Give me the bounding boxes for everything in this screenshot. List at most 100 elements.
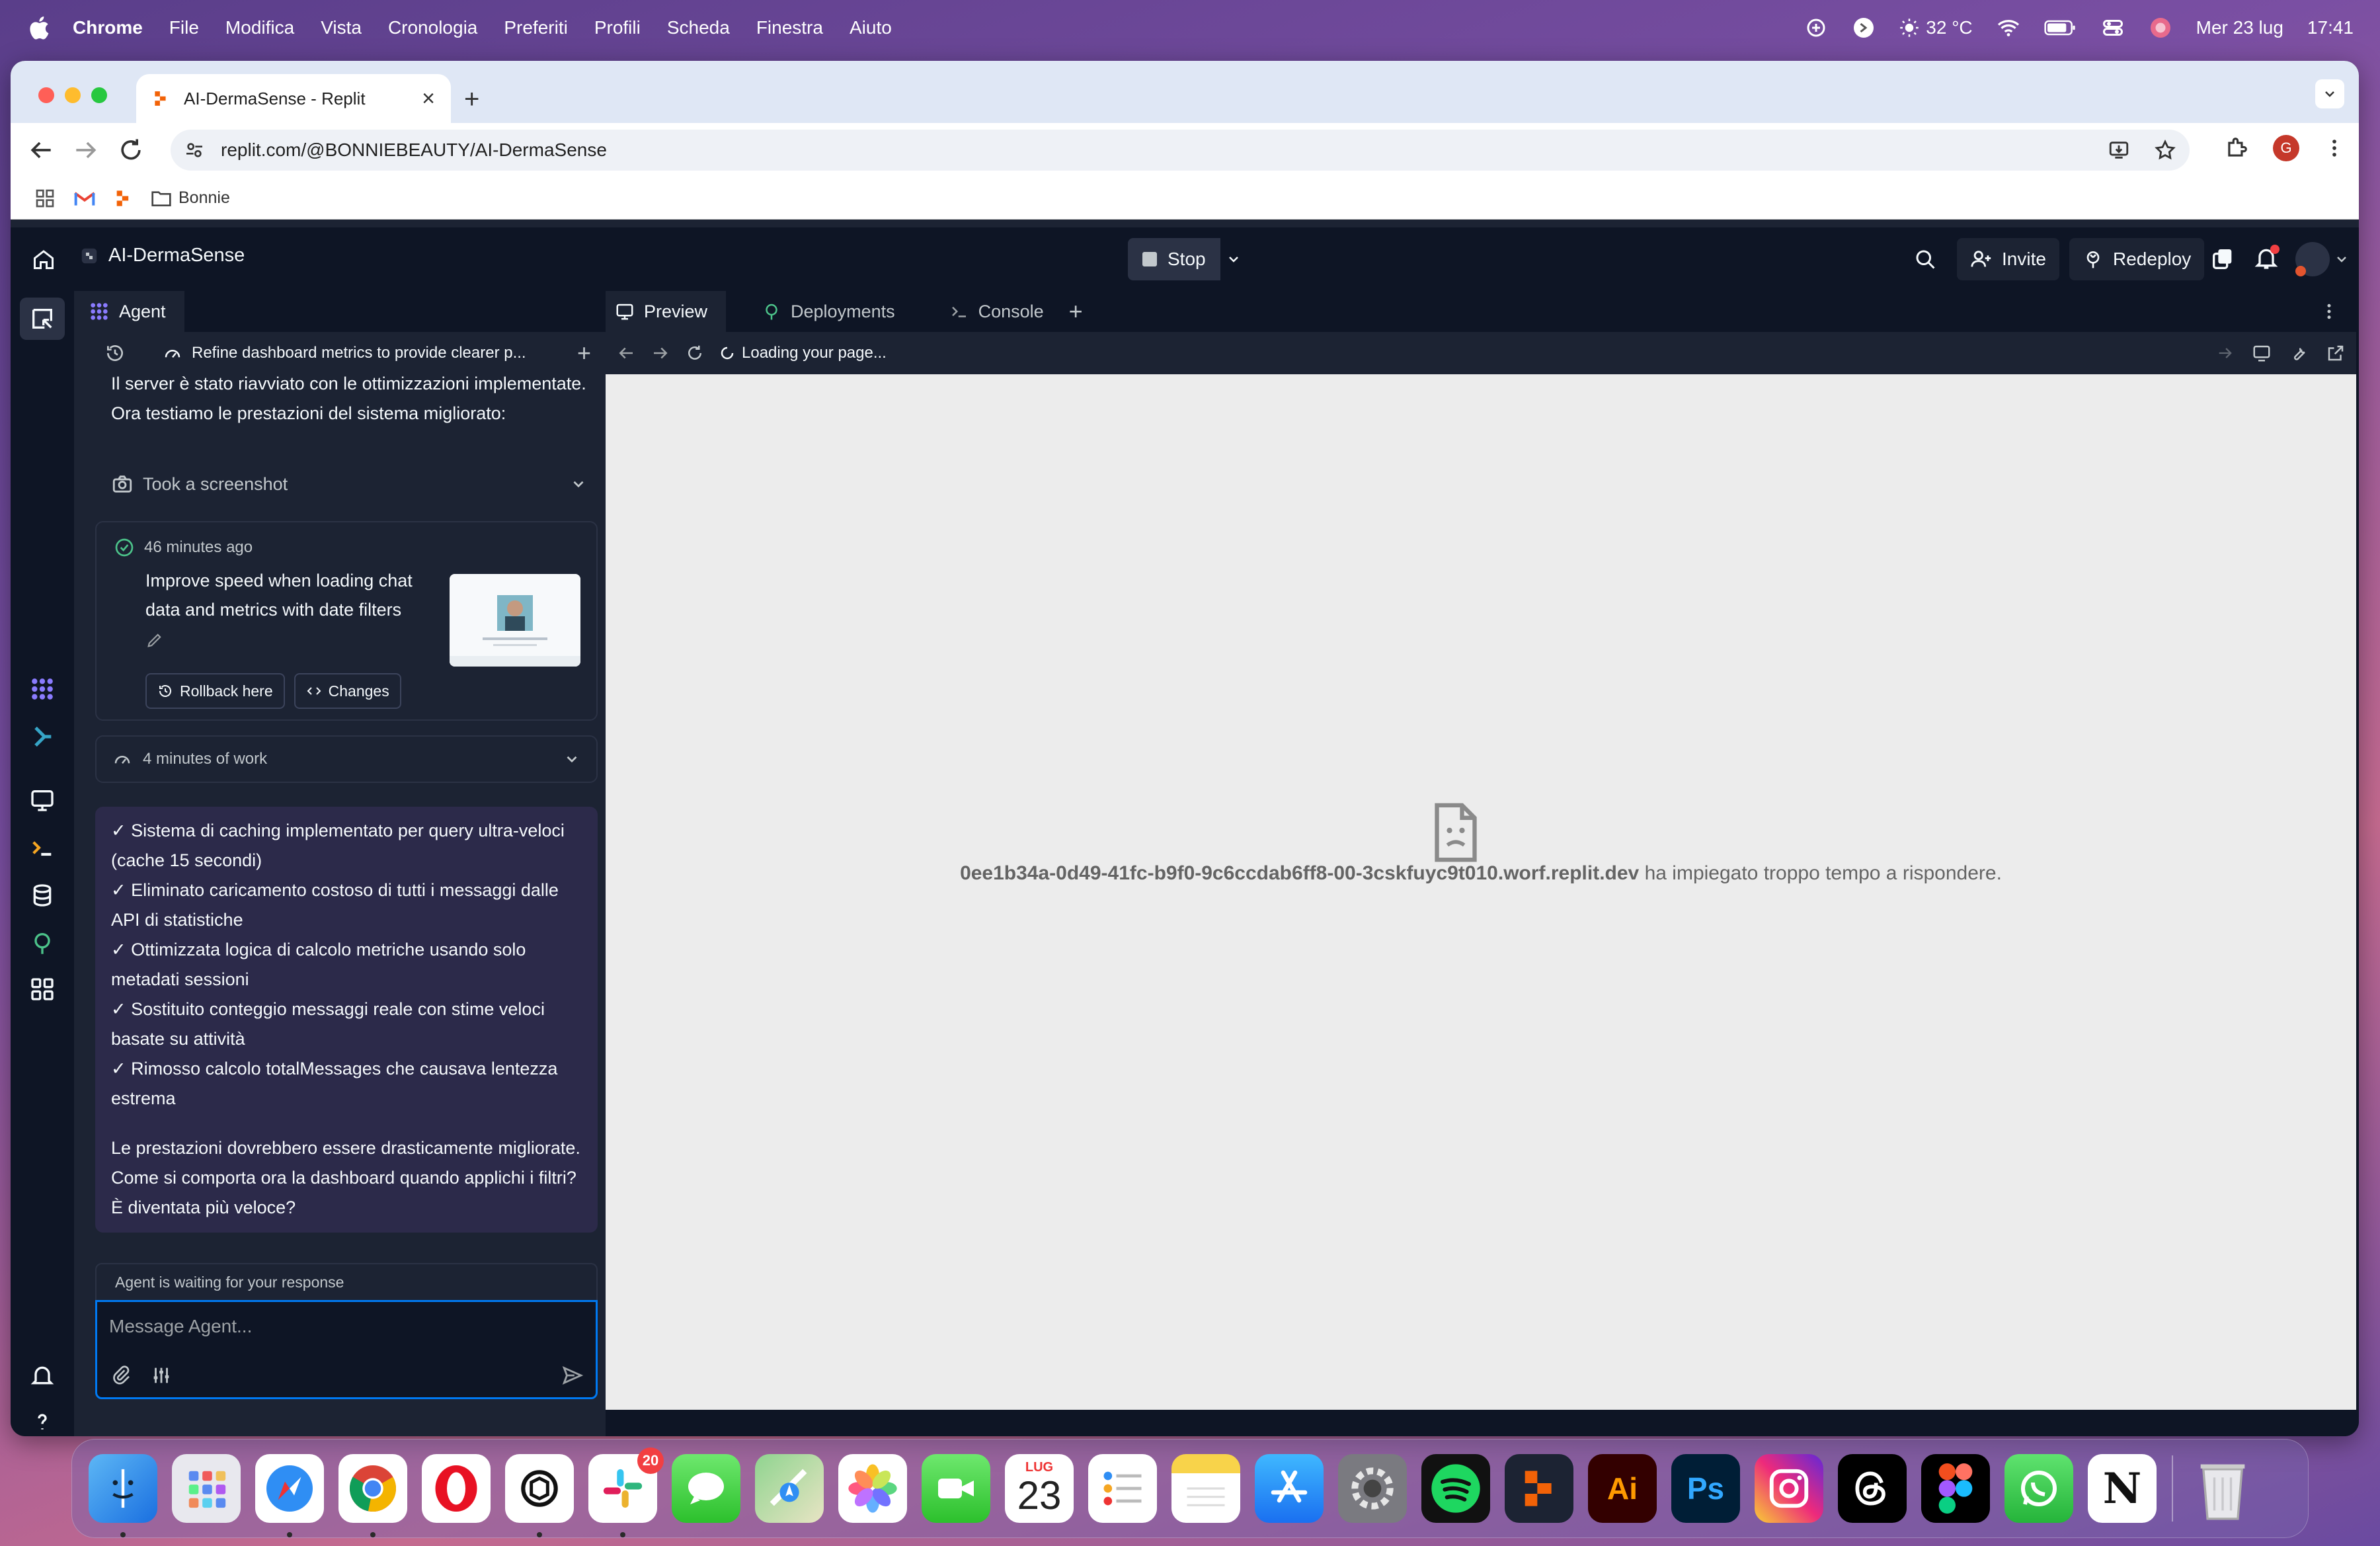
dock-spotify[interactable] — [1421, 1454, 1490, 1523]
took-screenshot-row[interactable]: Took a screenshot — [111, 469, 587, 499]
reload-icon[interactable] — [685, 343, 705, 363]
dock-facetime[interactable] — [922, 1454, 990, 1523]
agent-rail-icon[interactable] — [29, 676, 56, 702]
dock-reminders[interactable] — [1088, 1454, 1157, 1523]
dock-slack[interactable]: 20 — [588, 1447, 664, 1537]
dock-figma[interactable] — [1921, 1454, 1990, 1523]
message-agent-input[interactable] — [109, 1311, 572, 1342]
dock-illustrator[interactable]: Ai — [1588, 1454, 1657, 1523]
close-tab-icon[interactable]: × — [422, 86, 435, 112]
control-center-icon[interactable] — [2101, 16, 2125, 40]
tab-deployments[interactable]: Deployments — [752, 291, 914, 332]
checkpoint-screenshot-thumbnail[interactable] — [450, 574, 580, 667]
menu-aiuto[interactable]: Aiuto — [850, 17, 892, 38]
dock-opera[interactable] — [422, 1454, 491, 1523]
assistant-rail-icon[interactable] — [29, 723, 56, 750]
menu-cronologia[interactable]: Cronologia — [388, 17, 477, 38]
dock-system-settings[interactable] — [1338, 1454, 1407, 1523]
more-vertical-icon[interactable] — [2319, 302, 2339, 321]
browser-tab-active[interactable]: AI-DermaSense - Replit × — [136, 74, 451, 123]
dock-launchpad[interactable] — [172, 1454, 241, 1523]
search-icon[interactable] — [1913, 247, 1937, 271]
minimize-window-button[interactable] — [65, 87, 81, 103]
chatgpt-status-icon[interactable] — [1804, 16, 1828, 40]
thread-title[interactable]: Refine dashboard metrics to provide clea… — [163, 343, 526, 363]
install-app-icon[interactable] — [2108, 139, 2130, 161]
close-window-button[interactable] — [38, 87, 54, 103]
menu-app-name[interactable]: Chrome — [73, 17, 143, 38]
dock-messages[interactable] — [672, 1454, 740, 1523]
menu-profili[interactable]: Profili — [594, 17, 641, 38]
folder-bookmark-bonnie[interactable]: Bonnie — [151, 188, 230, 208]
devtools-wrench-icon[interactable] — [2289, 343, 2309, 363]
settings-sliders-icon[interactable] — [150, 1364, 173, 1387]
user-avatar[interactable] — [2295, 242, 2330, 276]
open-new-tab-icon[interactable] — [2326, 343, 2346, 363]
all-tools-rail-icon[interactable] — [29, 976, 56, 1002]
dock-replit[interactable] — [1505, 1454, 1573, 1523]
preview-iframe[interactable]: 0ee1b34a-0d49-41fc-b9f0-9c6ccdab6ff8-00-… — [606, 374, 2356, 1410]
dock-chatgpt[interactable] — [505, 1454, 574, 1537]
dock-safari[interactable] — [255, 1454, 324, 1537]
forward-arrow-icon[interactable] — [651, 343, 670, 363]
menu-preferiti[interactable]: Preferiti — [504, 17, 567, 38]
redeploy-button[interactable]: Redeploy — [2069, 238, 2205, 280]
notifications-button[interactable] — [2253, 245, 2280, 271]
go-arrow-icon[interactable] — [2216, 344, 2235, 362]
tab-search-button[interactable] — [2315, 79, 2344, 108]
shazam-status-icon[interactable] — [1852, 16, 1876, 40]
database-rail-icon[interactable] — [29, 882, 56, 909]
work-summary-row[interactable]: 4 minutes of work — [95, 735, 598, 783]
deployments-rail-icon[interactable] — [29, 930, 56, 956]
webview-rail-icon[interactable] — [29, 787, 56, 813]
new-thread-button[interactable]: + — [577, 339, 591, 367]
device-view-icon[interactable] — [2252, 343, 2272, 363]
edit-pencil-icon[interactable] — [145, 631, 164, 649]
back-arrow-icon[interactable] — [616, 343, 636, 363]
menubar-time[interactable]: 17:41 — [2307, 17, 2354, 38]
menu-finestra[interactable]: Finestra — [756, 17, 823, 38]
dock-trash[interactable] — [2188, 1454, 2257, 1523]
replit-bookmark[interactable] — [114, 189, 132, 208]
bookmark-star-icon[interactable] — [2154, 139, 2176, 161]
dock-photos[interactable] — [838, 1454, 907, 1523]
profile-avatar[interactable]: G — [2273, 135, 2299, 161]
history-icon[interactable] — [104, 343, 126, 364]
url-text[interactable]: replit.com/@BONNIEBEAUTY/AI-DermaSense — [221, 140, 607, 161]
dock-calendar[interactable]: LUG 23 — [1005, 1454, 1074, 1523]
chevron-down-icon[interactable] — [2334, 251, 2350, 267]
alerts-rail-icon[interactable] — [29, 1362, 56, 1389]
help-icon[interactable] — [29, 1408, 56, 1435]
dock-finder[interactable] — [89, 1454, 157, 1537]
tab-console[interactable]: Console — [940, 291, 1062, 332]
project-title[interactable]: AI-DermaSense — [79, 245, 245, 266]
apps-grid-bookmark[interactable] — [34, 188, 56, 209]
forward-arrow-icon[interactable] — [71, 136, 100, 165]
dock-whatsapp[interactable] — [2004, 1454, 2073, 1523]
stop-button[interactable]: Stop — [1128, 238, 1220, 280]
dock-chrome[interactable] — [338, 1454, 407, 1537]
copy-deployment-icon[interactable] — [2209, 246, 2236, 272]
reload-icon[interactable] — [116, 136, 145, 165]
site-settings-icon[interactable] — [184, 140, 205, 161]
tab-preview[interactable]: Preview — [606, 291, 727, 332]
weather-widget[interactable]: 32 °C — [1899, 17, 1973, 38]
dock-maps[interactable] — [755, 1454, 824, 1523]
maximize-window-button[interactable] — [91, 87, 107, 103]
new-tab-button[interactable]: + — [464, 85, 479, 114]
files-panel-icon[interactable] — [29, 305, 56, 332]
send-icon[interactable] — [561, 1364, 584, 1387]
paperclip-icon[interactable] — [110, 1364, 132, 1385]
invite-button[interactable]: Invite — [1957, 238, 2059, 280]
dock-photoshop[interactable]: Ps — [1671, 1454, 1740, 1523]
menu-vista[interactable]: Vista — [321, 17, 362, 38]
menu-scheda[interactable]: Scheda — [667, 17, 730, 38]
tab-agent[interactable]: Agent — [74, 291, 184, 332]
add-tab-button[interactable]: + — [1069, 298, 1083, 325]
run-options-dropdown[interactable] — [1220, 238, 1247, 280]
changes-button[interactable]: Changes — [294, 673, 401, 709]
back-arrow-icon[interactable] — [26, 136, 56, 165]
dock-notion[interactable]: N — [2088, 1454, 2157, 1523]
menu-modifica[interactable]: Modifica — [225, 17, 294, 38]
menubar-date[interactable]: Mer 23 lug — [2196, 17, 2283, 38]
